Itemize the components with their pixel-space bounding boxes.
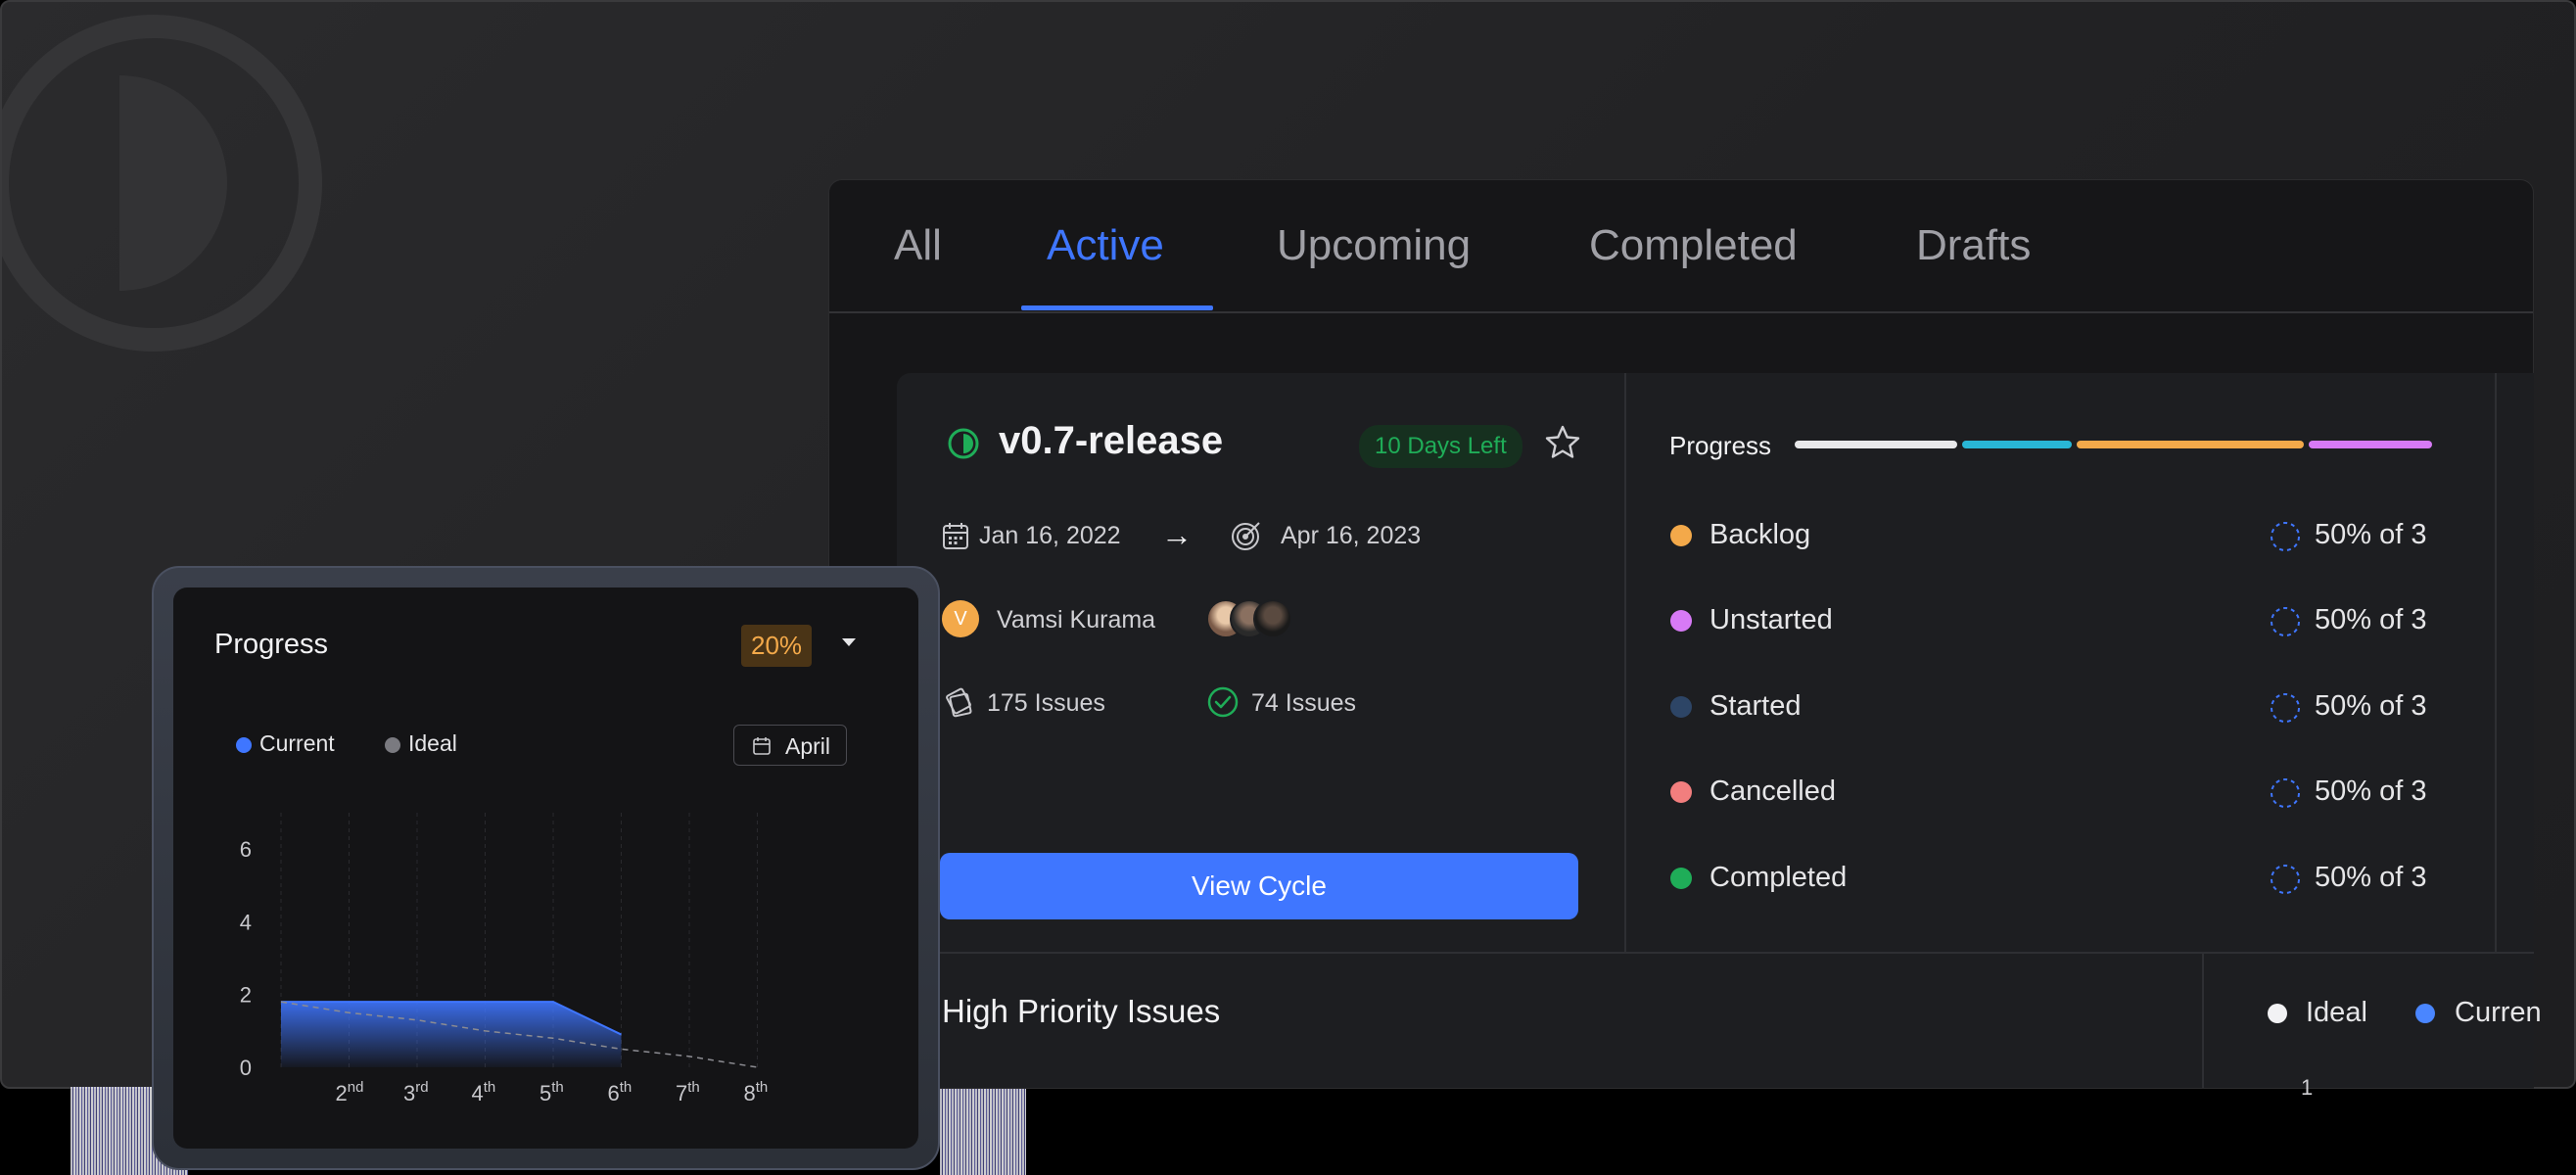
state-name: Unstarted: [1710, 604, 1833, 635]
check-circle-icon: [1207, 686, 1239, 718]
tab-all[interactable]: All: [894, 221, 942, 270]
calendar-icon: [943, 523, 968, 549]
lead-avatar: V: [942, 600, 979, 637]
month-picker[interactable]: April: [733, 725, 847, 766]
progress-bar-backlog: [1795, 441, 1957, 448]
legend-ideal-dot: [385, 737, 400, 753]
target-icon: [1232, 522, 1260, 550]
legend-ideal: Ideal: [408, 730, 457, 756]
star-favorite-icon[interactable]: [1543, 423, 1582, 462]
y-tick-label: 2: [240, 983, 252, 1008]
progress-chart-card: Progress 20% Current Ideal April 0 2 4 6 2nd…: [152, 566, 940, 1170]
cycle-status-icon: [948, 428, 979, 459]
lead-name: Vamsi Kurama: [997, 606, 1156, 634]
cycle-title[interactable]: v0.7-release: [999, 419, 1223, 463]
y-tick-label: 6: [240, 837, 252, 862]
burndown-chart: 0 2 4 6 2nd 3rd 4th 5th 6th 7th 8th: [240, 813, 769, 1105]
calendar-icon: [753, 737, 771, 755]
issues-done: 74 Issues: [1251, 689, 1357, 717]
high-priority-title: High Priority Issues: [942, 993, 1221, 1029]
card-divider: [1624, 373, 1626, 953]
view-cycle-button[interactable]: View Cycle: [940, 853, 1578, 919]
state-value: 50% of 3: [2315, 776, 2427, 807]
state-row-cancelled[interactable]: Cancelled 50% of 3: [1670, 774, 2434, 813]
x-tick-label: 5th: [539, 1079, 564, 1105]
legend-ideal: Ideal: [2306, 997, 2367, 1028]
priority-axis-tick: 1: [2301, 1075, 2314, 1100]
y-tick-label: 4: [240, 910, 252, 934]
progress-chart-inner: Progress 20% Current Ideal April 0 2 4 6 2nd…: [173, 588, 918, 1149]
state-name: Backlog: [1710, 519, 1811, 550]
state-value: 50% of 3: [2315, 519, 2427, 550]
progress-bar-completed: [2309, 441, 2432, 448]
state-value: 50% of 3: [2315, 862, 2427, 893]
legend-current: Curren: [2455, 997, 2542, 1028]
state-name: Started: [1710, 690, 1802, 722]
issues-stack-icon: [946, 687, 972, 718]
backlog-dot: [1670, 525, 1692, 546]
progress-ring-icon: [2271, 865, 2300, 894]
state-value: 50% of 3: [2315, 690, 2427, 722]
tab-active[interactable]: Active: [1047, 221, 1164, 270]
progress-bar-unstarted: [1962, 441, 2072, 448]
start-date: Jan 16, 2022: [979, 522, 1121, 549]
progress-bar-started: [2077, 441, 2304, 448]
state-name: Cancelled: [1710, 776, 1836, 807]
state-row-completed[interactable]: Completed 50% of 3: [1670, 860, 2434, 899]
noise-strip: [940, 1087, 1026, 1175]
issues-total: 175 Issues: [987, 689, 1105, 717]
legend-current-dot: [236, 737, 252, 753]
card-divider: [2495, 373, 2497, 953]
state-name: Completed: [1710, 862, 1848, 893]
legend-current-dot: [2415, 1004, 2435, 1023]
tab-drafts[interactable]: Drafts: [1916, 221, 2031, 270]
active-tab-indicator: [1021, 306, 1213, 310]
x-tick-label: 4th: [472, 1079, 496, 1105]
state-row-started[interactable]: Started 50% of 3: [1670, 688, 2434, 728]
state-value: 50% of 3: [2315, 604, 2427, 635]
progress-ring-icon: [2271, 522, 2300, 551]
days-left-badge: 10 Days Left: [1359, 425, 1522, 468]
date-arrow: →: [1161, 517, 1193, 552]
legend-current: Current: [259, 730, 335, 756]
x-tick-label: 8th: [744, 1079, 769, 1105]
logo-watermark-icon: [2, 15, 322, 352]
state-row-unstarted[interactable]: Unstarted 50% of 3: [1670, 602, 2434, 641]
end-date: Apr 16, 2023: [1281, 522, 1422, 549]
x-tick-label: 7th: [676, 1079, 700, 1105]
tab-upcoming[interactable]: Upcoming: [1277, 221, 1471, 270]
series-current-area: [281, 1002, 622, 1067]
caret-down-icon[interactable]: [839, 634, 859, 650]
priority-divider: [2202, 954, 2204, 1088]
progress-ring-icon: [2271, 693, 2300, 723]
y-tick-label: 0: [240, 1056, 252, 1080]
x-tick-label: 3rd: [403, 1079, 429, 1105]
started-dot: [1670, 696, 1692, 718]
chart-card-title: Progress: [214, 629, 329, 660]
completed-dot: [1670, 868, 1692, 889]
progress-ring-icon: [2271, 607, 2300, 636]
unstarted-dot: [1670, 610, 1692, 632]
state-row-backlog[interactable]: Backlog 50% of 3: [1670, 517, 2434, 556]
month-label: April: [785, 733, 831, 759]
progress-ring-icon: [2271, 778, 2300, 808]
cancelled-dot: [1670, 781, 1692, 803]
progress-label: Progress: [1669, 431, 1772, 460]
x-tick-label: 2nd: [336, 1079, 364, 1105]
tab-bar: All Active Upcoming Completed Drafts: [829, 180, 2533, 313]
x-tick-label: 6th: [608, 1079, 632, 1105]
tab-completed[interactable]: Completed: [1589, 221, 1798, 270]
legend-ideal-dot: [2268, 1004, 2287, 1023]
percent-badge: 20%: [741, 625, 813, 667]
member-avatar: [1253, 599, 1292, 638]
